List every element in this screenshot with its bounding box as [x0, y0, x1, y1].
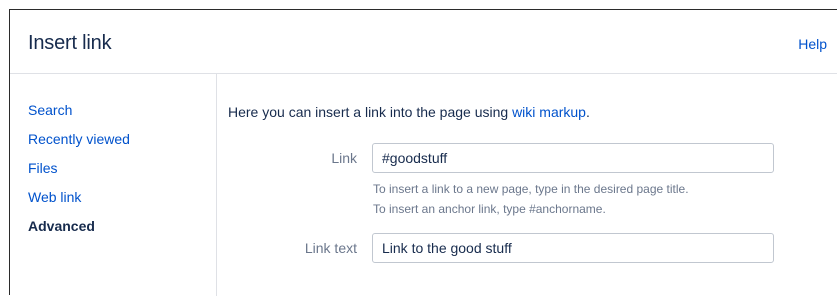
link-text-field-label: Link text — [304, 240, 357, 256]
insert-link-dialog: Insert link Help Search Recently viewed … — [9, 9, 837, 296]
help-link[interactable]: Help — [798, 36, 827, 53]
dialog-title: Insert link — [28, 32, 112, 54]
link-text-input[interactable] — [372, 233, 774, 263]
sidebar-item-search[interactable]: Search — [28, 102, 72, 119]
hint-new-page: To insert a link to a new page, type in … — [373, 182, 689, 196]
sidebar-item-web-link[interactable]: Web link — [28, 189, 81, 206]
intro-prefix: Here you can insert a link into the page… — [228, 104, 513, 120]
link-input[interactable] — [372, 143, 774, 173]
hint-anchor-link: To insert an anchor link, type #anchorna… — [373, 202, 606, 216]
intro-suffix: . — [585, 104, 590, 120]
sidebar-item-advanced[interactable]: Advanced — [28, 218, 95, 235]
advanced-panel: Here you can insert a link into the page… — [217, 74, 837, 296]
sidebar-item-recently-viewed[interactable]: Recently viewed — [28, 131, 130, 148]
link-field-label: Link — [331, 150, 357, 166]
sidebar-nav: Search Recently viewed Files Web link Ad… — [10, 74, 217, 296]
intro-text: Here you can insert a link into the page… — [228, 104, 590, 121]
sidebar-item-files[interactable]: Files — [28, 160, 58, 177]
wiki-markup-link[interactable]: wiki markup — [512, 104, 586, 120]
dialog-header: Insert link Help — [10, 10, 837, 74]
